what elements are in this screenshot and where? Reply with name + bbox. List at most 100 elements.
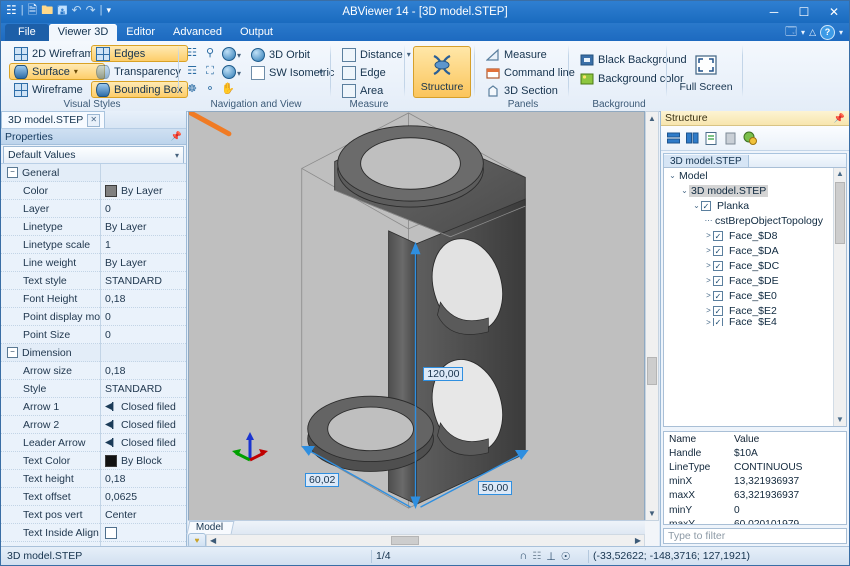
button-transparency[interactable]: Transparency bbox=[91, 63, 188, 80]
list-view-icon[interactable] bbox=[666, 131, 681, 146]
object-property-linetype[interactable]: LineType CONTINUOUS bbox=[664, 460, 846, 474]
tab-file[interactable]: File bbox=[5, 24, 49, 41]
restore-window-icon[interactable]: 🗔 bbox=[785, 23, 797, 42]
collapse-icon[interactable]: − bbox=[7, 347, 18, 359]
grid-icon[interactable]: ☷ bbox=[532, 551, 541, 562]
button-3d-section[interactable]: 3D Section bbox=[481, 82, 580, 99]
zoom-window-icon[interactable]: ⚲ bbox=[203, 46, 217, 60]
tree-node-face-d8[interactable]: > ✓ Face_$D8 bbox=[664, 228, 846, 243]
checkbox-icon[interactable]: ✓ bbox=[713, 260, 723, 271]
button-3d-orbit[interactable]: 3D Orbit bbox=[246, 46, 315, 63]
object-property-maxx[interactable]: maxX 63,321936937 bbox=[664, 489, 846, 503]
property-value-linetype[interactable]: By Layer bbox=[101, 218, 186, 236]
scroll-down-icon[interactable]: ▼ bbox=[834, 414, 846, 426]
zoom-in-icon[interactable] bbox=[222, 47, 236, 61]
property-row-text-pos-vert[interactable]: Text pos vert Center bbox=[1, 505, 186, 524]
object-property-maxy[interactable]: maxY 60,020101979 bbox=[664, 517, 846, 524]
checkbox-icon[interactable]: ✓ bbox=[713, 305, 723, 316]
viewport-vertical-scrollbar[interactable]: ▲ ▼ bbox=[645, 111, 659, 521]
checkbox-icon[interactable]: ✓ bbox=[713, 275, 723, 286]
property-value-style[interactable]: STANDARD bbox=[101, 380, 186, 398]
tree-node-3d-model-step[interactable]: ⌄ 3D model.STEP bbox=[664, 183, 846, 198]
button-edges[interactable]: Edges bbox=[91, 45, 188, 62]
properties-value-set-dropdown[interactable]: Default Values ▾ bbox=[3, 146, 184, 164]
property-row-font-height[interactable]: Font Height 0,18 bbox=[1, 289, 186, 308]
button-measure-panel[interactable]: Measure bbox=[481, 46, 580, 63]
scroll-right-icon[interactable]: ▶ bbox=[632, 536, 644, 545]
scroll-down-icon[interactable]: ▼ bbox=[646, 507, 658, 520]
zoom-object-icon[interactable]: ⚬ bbox=[203, 82, 217, 96]
expand-chevron-icon[interactable]: ⌄ bbox=[692, 201, 701, 210]
button-sw-isometric[interactable]: SW Isometric bbox=[246, 64, 339, 81]
property-value-text-height[interactable]: 0,18 bbox=[101, 470, 186, 488]
button-bounding-box[interactable]: Bounding Box bbox=[91, 81, 188, 98]
named-views-icon[interactable]: ☶ bbox=[185, 64, 199, 78]
checkbox-icon[interactable] bbox=[105, 526, 117, 539]
scroll-up-icon[interactable]: ▲ bbox=[646, 112, 658, 125]
property-value-layer[interactable]: 0 bbox=[101, 200, 186, 218]
zoom-previous-icon[interactable]: ☸ bbox=[185, 82, 199, 96]
property-row-color[interactable]: Color By Layer bbox=[1, 181, 186, 200]
checkbox-icon[interactable]: ✓ bbox=[713, 230, 723, 241]
button-full-screen[interactable]: Full Screen bbox=[677, 46, 735, 98]
dimension-label-width[interactable]: 50,00 bbox=[477, 481, 513, 496]
property-value-linetype-scale[interactable]: 1 bbox=[101, 236, 186, 254]
object-property-minx[interactable]: minX 13,321936937 bbox=[664, 475, 846, 489]
zoom-out-icon[interactable] bbox=[222, 65, 236, 79]
property-row-arrow-size[interactable]: Arrow size 0,18 bbox=[1, 361, 186, 380]
fit-all-icon[interactable]: ⛶ bbox=[203, 64, 217, 78]
property-value-point-size[interactable]: 0 bbox=[101, 326, 186, 344]
property-row-text-style[interactable]: Text style STANDARD bbox=[1, 271, 186, 290]
property-value-text-offset[interactable]: 0,0625 bbox=[101, 488, 186, 506]
expand-chevron-icon[interactable]: ⌄ bbox=[680, 186, 689, 195]
tab-advanced[interactable]: Advanced bbox=[164, 24, 231, 41]
zoom-out-dropdown-icon[interactable]: ▾ bbox=[237, 69, 241, 78]
expand-chevron-icon[interactable]: > bbox=[704, 318, 713, 326]
help-icon[interactable]: ? bbox=[819, 24, 835, 40]
property-row-style[interactable]: Style STANDARD bbox=[1, 379, 186, 398]
refresh-tree-icon[interactable] bbox=[704, 131, 719, 146]
checkbox-icon[interactable]: ✓ bbox=[713, 318, 723, 326]
property-row-arrow-1[interactable]: Arrow 1 Closed filed bbox=[1, 397, 186, 416]
close-icon[interactable]: ✕ bbox=[87, 113, 101, 127]
property-row-text-color[interactable]: Text Color By Block bbox=[1, 451, 186, 470]
property-row-text-inside-align[interactable]: Text Inside Align bbox=[1, 523, 186, 542]
tab-output[interactable]: Output bbox=[231, 24, 282, 41]
tab-viewer-3d[interactable]: Viewer 3D bbox=[48, 24, 118, 41]
maximize-button[interactable]: ☐ bbox=[789, 1, 819, 23]
expand-chevron-icon[interactable]: ⌄ bbox=[668, 171, 677, 180]
ortho-icon[interactable]: ⊥ bbox=[546, 550, 556, 563]
expand-chevron-icon[interactable]: > bbox=[704, 231, 713, 240]
property-row-point-size[interactable]: Point Size 0 bbox=[1, 325, 186, 344]
scroll-up-icon[interactable]: ▲ bbox=[834, 168, 846, 180]
zoom-in-dropdown-icon[interactable]: ▾ bbox=[237, 51, 241, 60]
property-value-arrow-size[interactable]: 0,18 bbox=[101, 362, 186, 380]
object-property-miny[interactable]: minY 0 bbox=[664, 503, 846, 517]
settings-globe-icon[interactable] bbox=[742, 131, 757, 146]
property-value-arrow-2[interactable]: Closed filed bbox=[101, 416, 186, 434]
property-value-arrow-1[interactable]: Closed filed bbox=[101, 398, 186, 416]
close-button[interactable]: ✕ bbox=[819, 1, 849, 23]
expand-chevron-icon[interactable]: > bbox=[704, 291, 713, 300]
structure-filter-input[interactable]: Type to filter bbox=[663, 528, 847, 544]
structure-tree[interactable]: ⌄ Model ⌄ 3D model.STEP ⌄ ✓ Planka ⋯ cst… bbox=[663, 167, 847, 427]
collapse-icon[interactable]: − bbox=[7, 167, 18, 179]
property-value-text-pos-vert[interactable]: Center bbox=[101, 506, 186, 524]
expand-chevron-icon[interactable]: > bbox=[704, 261, 713, 270]
tree-node-face-e2[interactable]: > ✓ Face_$E2 bbox=[664, 303, 846, 318]
object-property-handle[interactable]: Handle $10A bbox=[664, 446, 846, 460]
pin-icon[interactable]: 📌 bbox=[171, 131, 182, 142]
checkbox-icon[interactable]: ✓ bbox=[713, 245, 723, 256]
property-row-leader-arrow[interactable]: Leader Arrow Closed filed bbox=[1, 433, 186, 452]
tree-node-cstbrep[interactable]: ⋯ cstBrepObjectTopology bbox=[664, 213, 846, 228]
help-dropdown-icon[interactable]: ▾ bbox=[839, 28, 843, 37]
tree-node-face-dc[interactable]: > ✓ Face_$DC bbox=[664, 258, 846, 273]
structure-file-tab[interactable]: 3D model.STEP bbox=[664, 154, 749, 168]
3d-viewport[interactable]: 120,00 60,02 50,00 bbox=[188, 111, 645, 521]
property-value-point-display-mode[interactable]: 0 bbox=[101, 308, 186, 326]
vertical-scroll-thumb[interactable] bbox=[647, 356, 657, 385]
checkbox-icon[interactable]: ✓ bbox=[701, 200, 711, 211]
split-view-icon[interactable] bbox=[685, 131, 700, 146]
property-row-line-weight[interactable]: Line weight By Layer bbox=[1, 253, 186, 272]
chevron-up-icon[interactable]: △ bbox=[809, 27, 816, 38]
